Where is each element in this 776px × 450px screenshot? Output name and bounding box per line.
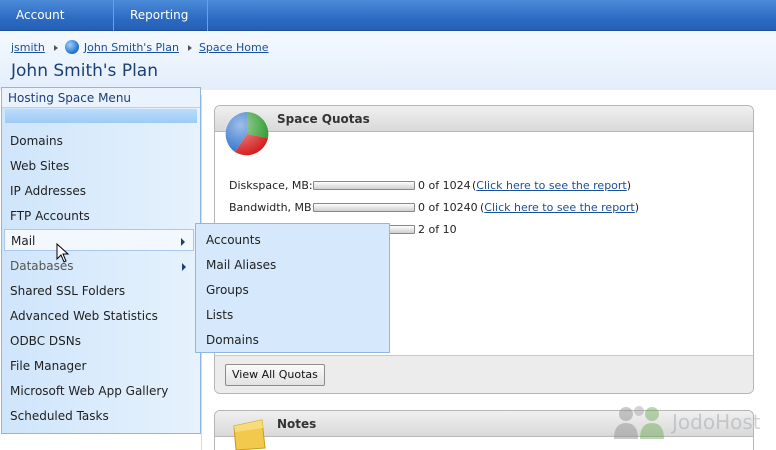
breadcrumb-space-home-link[interactable]: Space Home (199, 41, 269, 54)
sidebar-item-web-app-gallery[interactable]: Microsoft Web App Gallery (4, 380, 194, 402)
sidebar-title: Hosting Space Menu (2, 88, 200, 108)
breadcrumb-user-link[interactable]: jsmith (11, 41, 45, 54)
sidebar-item-ftp-accounts[interactable]: FTP Accounts (4, 205, 194, 227)
nav-account-home[interactable]: Account Home (0, 0, 114, 53)
submenu-item-accounts[interactable]: Accounts (206, 230, 261, 250)
quota-diskspace-label: Diskspace, MB: (229, 179, 313, 192)
report-link-close-paren: ) (634, 201, 640, 214)
sidebar-item-label: Advanced Web Statistics (10, 309, 158, 323)
pie-chart-icon (225, 112, 269, 156)
chevron-right-icon (182, 263, 186, 271)
sidebar-item-label: Microsoft Web App Gallery (10, 384, 169, 398)
breadcrumb-plan-link[interactable]: John Smith's Plan (84, 41, 179, 54)
view-all-quotas-button[interactable]: View All Quotas (225, 364, 325, 386)
diskspace-report-link[interactable]: Click here to see the report (476, 179, 626, 192)
quota-bandwidth-value: 0 of 10240 (418, 201, 478, 214)
space-quotas-footer: View All Quotas (215, 355, 753, 393)
top-nav-bar: Account Home Reporting (0, 0, 776, 53)
mail-submenu: Accounts Mail Aliases Groups Lists Domai… (195, 223, 390, 353)
sidebar-item-web-sites[interactable]: Web Sites (4, 155, 194, 177)
notes-folder-icon (233, 419, 266, 450)
submenu-item-groups[interactable]: Groups (206, 280, 249, 300)
sidebar-item-label: IP Addresses (10, 184, 87, 198)
sidebar-item-label: Domains (10, 134, 63, 148)
breadcrumb-separator-icon (187, 45, 192, 51)
sidebar-item-ip-addresses[interactable]: IP Addresses (4, 180, 194, 202)
mouse-cursor-icon (56, 243, 70, 263)
sidebar-item-label: FTP Accounts (10, 209, 90, 223)
chevron-right-icon (181, 238, 185, 246)
quota-diskspace-bar (313, 181, 415, 190)
nav-reporting-label: Reporting (130, 8, 189, 22)
quota-diskspace-report: (Click here to see the report) (472, 179, 631, 192)
jodohost-watermark: JodoHost (612, 402, 772, 442)
users-logo-icon (614, 406, 664, 439)
sidebar-item-label: ODBC DSNs (10, 334, 81, 348)
quota-bandwidth-bar (313, 203, 415, 212)
submenu-item-mail-aliases[interactable]: Mail Aliases (206, 255, 276, 275)
sidebar-item-advanced-web-statistics[interactable]: Advanced Web Statistics (4, 305, 194, 327)
sidebar-item-label: Scheduled Tasks (10, 409, 109, 423)
submenu-item-domains[interactable]: Domains (206, 330, 259, 350)
breadcrumb: jsmith John Smith's Plan Space Home (11, 40, 268, 54)
globe-icon (64, 40, 79, 54)
sidebar-item-label: File Manager (10, 359, 87, 373)
sidebar-item-file-manager[interactable]: File Manager (4, 355, 194, 377)
notes-title: Notes (277, 417, 317, 431)
sidebar-item-databases[interactable]: Databases (4, 255, 194, 277)
quota-diskspace-value: 0 of 1024 (418, 179, 471, 192)
quota-bandwidth-report: (Click here to see the report) (480, 201, 639, 214)
nav-reporting-menu[interactable]: Reporting (114, 0, 208, 49)
sidebar-item-shared-ssl-folders[interactable]: Shared SSL Folders (4, 280, 194, 302)
breadcrumb-separator-icon (53, 45, 58, 51)
page-title: John Smith's Plan (11, 61, 158, 81)
sidebar-item-label: Mail (11, 234, 36, 248)
bandwidth-report-link[interactable]: Click here to see the report (484, 201, 634, 214)
sidebar-item-label: Web Sites (10, 159, 70, 173)
quota-bandwidth-label: Bandwidth, MB: (229, 201, 316, 214)
report-link-close-paren: ) (626, 179, 632, 192)
quota-third-value: 2 of 10 (418, 223, 457, 236)
submenu-item-lists[interactable]: Lists (206, 305, 233, 325)
sidebar-item-label: Shared SSL Folders (10, 284, 126, 298)
sidebar-item-domains[interactable]: Domains (4, 130, 194, 152)
sidebar-item-scheduled-tasks[interactable]: Scheduled Tasks (4, 405, 194, 427)
space-quotas-title: Space Quotas (277, 112, 370, 126)
sidebar-item-mail[interactable]: Mail (4, 229, 194, 251)
watermark-text: JodoHost (672, 410, 761, 434)
sidebar-header-band (5, 109, 197, 123)
sidebar-item-odbc-dsns[interactable]: ODBC DSNs (4, 330, 194, 352)
